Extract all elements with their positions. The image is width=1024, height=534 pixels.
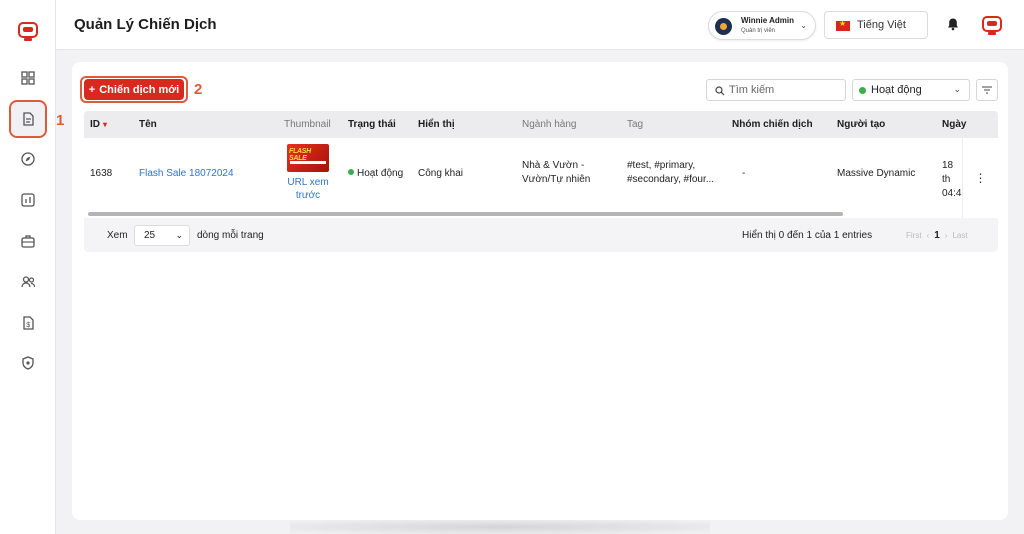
sidebar-item-explore[interactable]: [15, 146, 41, 172]
page-title: Quản Lý Chiến Dịch: [74, 16, 217, 33]
column-creator[interactable]: Người tạo: [837, 119, 885, 130]
cell-category: Nhà & Vườn - Vườn/Tự nhiên: [522, 160, 591, 185]
column-group[interactable]: Nhóm chiến dịch: [732, 119, 813, 130]
per-page-suffix: dòng mỗi trang: [197, 230, 264, 241]
sidebar-item-users[interactable]: [15, 269, 41, 295]
user-role: Quản trị viên: [741, 28, 776, 34]
top-header: Quản Lý Chiến Dịch Winnie Admin Quản trị…: [56, 0, 1024, 50]
avatar: [715, 18, 732, 35]
prev-page-link[interactable]: ‹: [927, 231, 930, 240]
chart-icon: [21, 193, 35, 207]
entries-info: Hiển thị 0 đến 1 của 1 entries: [742, 230, 873, 241]
sidebar-item-business[interactable]: [15, 228, 41, 254]
dashboard-icon: [21, 71, 35, 85]
sidebar-item-campaigns[interactable]: [9, 100, 47, 138]
cell-tags: #test, #primary, #secondary, #four...: [627, 160, 715, 185]
shield-icon: [22, 356, 34, 370]
status-dot: [348, 169, 354, 175]
sort-desc-icon: ▾: [103, 120, 108, 129]
thumbnail-caption: FLASH SALE: [289, 148, 311, 162]
campaign-table: ID ▾ Tên Thumbnail Trạng thái Hiển thị Ng…: [84, 111, 998, 252]
column-tag: Tag: [627, 119, 644, 130]
cell-creator: Massive Dynamic: [837, 168, 916, 179]
table-row[interactable]: 1638 Flash Sale 18072024 FLASH SALE URL …: [84, 138, 998, 218]
cell-visibility: Công khai: [418, 168, 464, 179]
compass-icon: [21, 152, 35, 166]
status-badge: Hoạt động: [348, 168, 403, 179]
users-icon: [21, 276, 35, 288]
column-id[interactable]: ID ▾: [90, 119, 107, 130]
current-page[interactable]: 1: [934, 230, 940, 241]
last-page-link[interactable]: Last: [952, 231, 967, 240]
sidebar-item-dashboard[interactable]: [15, 65, 41, 91]
language-selector[interactable]: Tiếng Việt: [824, 11, 928, 39]
robot-logo-icon[interactable]: [17, 20, 39, 42]
filter-button[interactable]: [976, 79, 998, 101]
campaign-thumbnail: FLASH SALE: [287, 144, 329, 172]
chevron-down-icon: ⌄: [175, 230, 183, 240]
next-page-link[interactable]: ›: [945, 231, 948, 240]
search-box[interactable]: [706, 79, 846, 101]
invoice-icon: $: [23, 316, 34, 330]
status-filter-select[interactable]: Hoạt động ⌄: [852, 79, 970, 101]
user-name: Winnie Admin: [741, 16, 794, 25]
annotation-two: 2: [194, 81, 203, 98]
chevron-down-icon: ⌄: [800, 21, 807, 30]
horizontal-scrollbar[interactable]: [88, 212, 843, 216]
search-icon: [715, 86, 725, 96]
user-menu[interactable]: Winnie Admin Quản trị viên ⌄: [708, 11, 816, 40]
svg-text:$: $: [26, 322, 30, 329]
thumbnail-bar: [290, 161, 326, 164]
table-footer: Xem 25 ⌄ dòng mỗi trang Hiển thị 0 đến 1…: [84, 219, 998, 252]
chevron-down-icon: ⌄: [953, 84, 961, 94]
document-icon: [23, 112, 34, 126]
sidebar-item-reports[interactable]: [15, 187, 41, 213]
more-vertical-icon: ⋮: [974, 171, 987, 185]
sidebar-item-security[interactable]: [15, 350, 41, 376]
first-page-link[interactable]: First: [906, 231, 922, 240]
language-label: Tiếng Việt: [857, 19, 906, 31]
pagination: First ‹ 1 › Last: [906, 230, 968, 241]
cell-date: 18 th 04:4: [942, 160, 962, 199]
annotation-one: 1: [56, 112, 65, 129]
bell-icon[interactable]: [946, 17, 960, 31]
campaign-name-link[interactable]: Flash Sale 18072024: [139, 167, 234, 181]
per-page-select[interactable]: 25 ⌄: [134, 225, 190, 246]
column-category: Ngành hàng: [522, 119, 577, 130]
vietnam-flag-icon: [836, 19, 850, 31]
status-dot: [859, 87, 866, 94]
column-thumbnail: Thumbnail: [284, 119, 331, 130]
new-campaign-label: Chiến dịch mới: [99, 83, 180, 96]
column-status[interactable]: Trạng thái: [348, 119, 396, 130]
plus-icon: +: [88, 83, 96, 96]
column-name[interactable]: Tên: [139, 119, 157, 130]
preview-url-link[interactable]: URL xem trước: [283, 176, 333, 202]
status-filter-label: Hoạt động: [871, 84, 922, 96]
briefcase-icon: [21, 235, 35, 248]
per-page-value: 25: [144, 230, 156, 241]
robot-logo-icon[interactable]: [981, 14, 1003, 36]
cell-group: -: [742, 168, 746, 179]
column-date[interactable]: Ngày: [942, 119, 966, 130]
cell-id: 1638: [90, 168, 113, 179]
show-label: Xem: [107, 230, 128, 241]
column-visibility[interactable]: Hiển thị: [418, 119, 455, 130]
sidebar: $: [0, 0, 56, 534]
new-campaign-button[interactable]: + Chiến dịch mới: [84, 79, 184, 100]
sidebar-item-billing[interactable]: $: [15, 310, 41, 336]
table-header: ID ▾ Tên Thumbnail Trạng thái Hiển thị Ng…: [84, 111, 998, 138]
bottom-shadow: [290, 520, 710, 534]
search-input[interactable]: [729, 83, 841, 97]
filter-icon: [982, 86, 992, 94]
row-actions-button[interactable]: ⋮: [962, 138, 998, 218]
